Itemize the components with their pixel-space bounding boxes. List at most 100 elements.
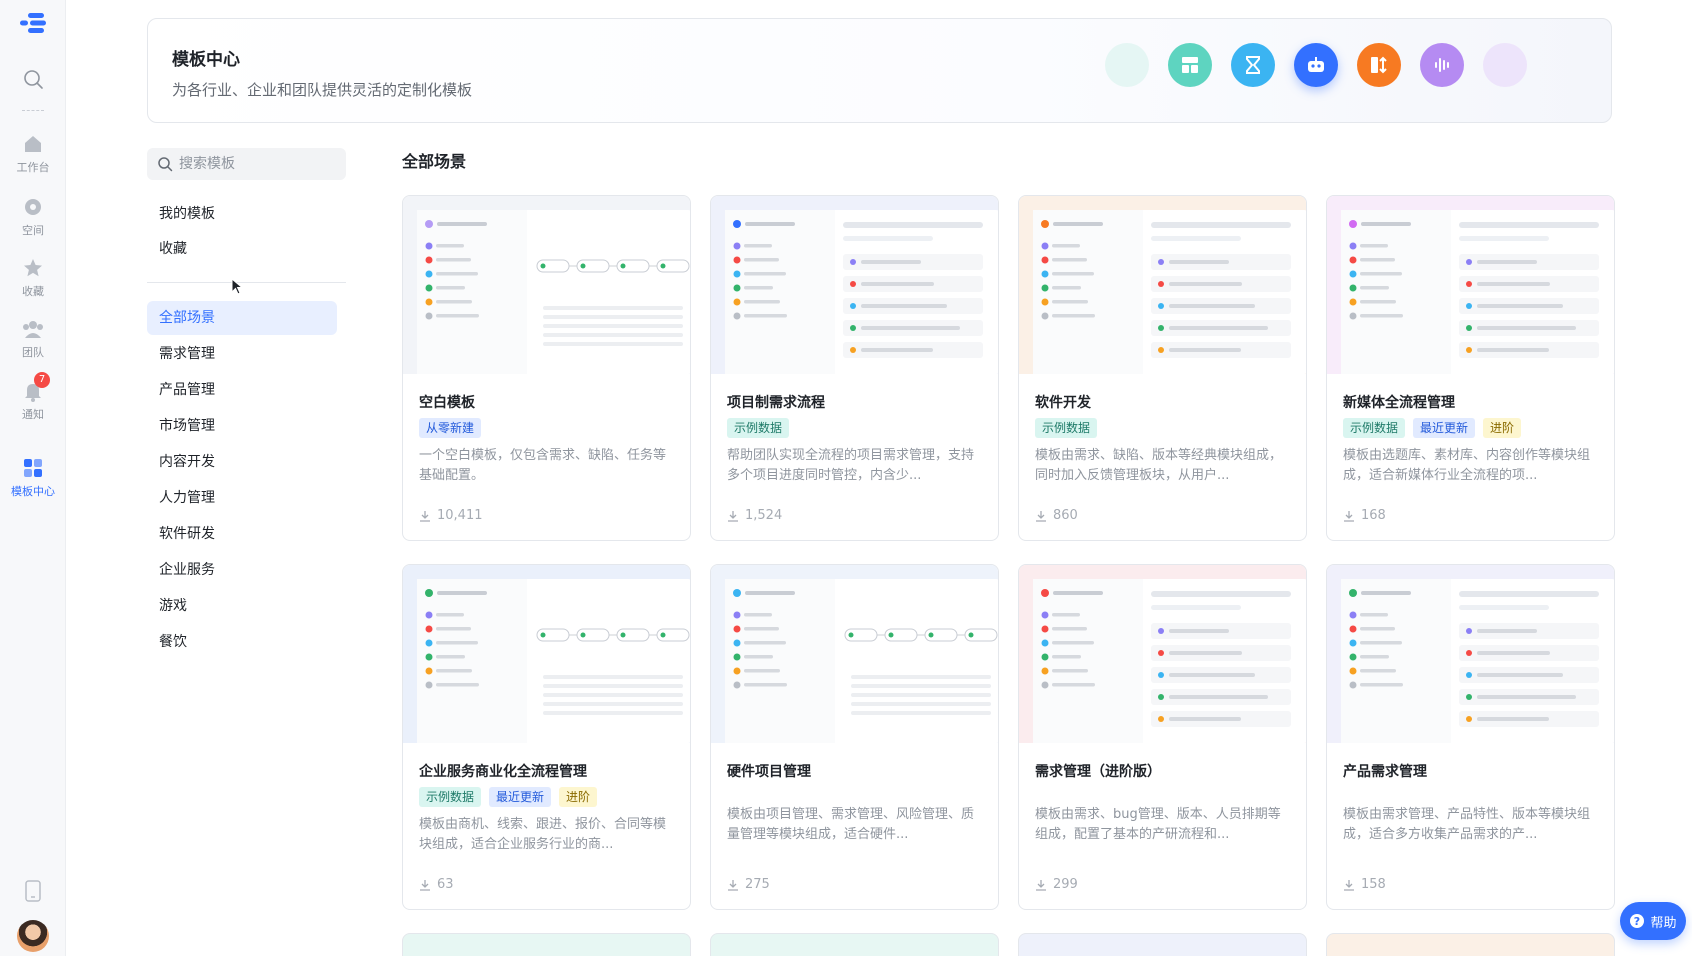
- template-card[interactable]: 新媒体全流程管理 示例数据 最近更新 进阶 模板由选题库、素材库、内容创作等模块组成，适…: [1326, 195, 1615, 541]
- template-preview: [1327, 565, 1614, 743]
- home-icon: [25, 136, 41, 152]
- template-preview: [403, 565, 690, 743]
- rail-item-space[interactable]: 空间: [0, 196, 66, 238]
- help-button[interactable]: ? 帮助: [1620, 902, 1686, 940]
- download-count-value: 275: [745, 877, 770, 892]
- nav-my-templates[interactable]: 我的模板: [147, 197, 337, 231]
- download-icon: [1344, 879, 1354, 891]
- nav-category-software[interactable]: 软件研发: [147, 517, 337, 551]
- space-icon: [25, 199, 41, 215]
- split-icon: [1357, 43, 1401, 87]
- avatar[interactable]: [17, 920, 49, 952]
- robot-icon: [1294, 43, 1338, 87]
- template-card[interactable]: 项目制需求流程 示例数据 帮助团队实现全流程的项目需求管理，支持多个项目进度同时管控…: [710, 195, 999, 541]
- download-count-value: 158: [1361, 877, 1386, 892]
- template-tag: 示例数据: [1035, 418, 1098, 438]
- download-count: 168: [1343, 508, 1386, 523]
- nav-category-content[interactable]: 内容开发: [147, 445, 337, 479]
- nav-category-product[interactable]: 产品管理: [147, 373, 337, 407]
- template-icon: [24, 459, 42, 477]
- template-tag: 示例数据: [1343, 418, 1406, 438]
- rail-item-workbench[interactable]: 工作台: [0, 133, 66, 175]
- template-title: 企业服务商业化全流程管理: [419, 764, 587, 780]
- template-description: 模板由商机、线索、跟进、报价、合同等模块组成，适合企业服务行业的商...: [419, 817, 667, 852]
- layout-icon: [1168, 43, 1212, 87]
- template-card-partial[interactable]: [710, 933, 999, 956]
- rail-item-favorites[interactable]: 收藏: [0, 257, 66, 299]
- mobile-icon[interactable]: [24, 880, 42, 902]
- nav-category-requirements[interactable]: 需求管理: [147, 337, 337, 371]
- template-description: 模板由需求管理、产品特性、版本等模块组成，适合多方收集产品需求的产...: [1343, 807, 1591, 842]
- template-tags: 示例数据 最近更新 进阶: [1343, 418, 1522, 438]
- download-count: 860: [1035, 508, 1078, 523]
- template-description: 模板由需求、bug管理、版本、人员排期等组成，配置了基本的产研流程和...: [1035, 807, 1281, 842]
- template-title: 项目制需求流程: [727, 395, 825, 411]
- download-count-value: 63: [437, 877, 454, 892]
- left-rail: 工作台 空间 收藏 团队 7 通知 模板中心: [0, 0, 66, 956]
- download-count: 158: [1343, 877, 1386, 892]
- template-card[interactable]: 需求管理（进阶版） 模板由需求、bug管理、版本、人员排期等组成，配置了基本的产研…: [1018, 564, 1307, 910]
- notification-badge: 7: [34, 372, 50, 388]
- nav-divider: [147, 282, 346, 283]
- download-count-value: 299: [1053, 877, 1078, 892]
- template-card-partial[interactable]: [1018, 933, 1307, 956]
- app-logo-icon[interactable]: [20, 12, 46, 34]
- download-count-value: 10,411: [437, 508, 483, 523]
- app-faded-icon: [1483, 43, 1527, 87]
- template-preview: [711, 565, 998, 743]
- template-title: 空白模板: [419, 395, 475, 411]
- template-preview: [711, 196, 998, 374]
- template-card[interactable]: 企业服务商业化全流程管理 示例数据 最近更新 进阶 模板由商机、线索、跟进、报价、合同等…: [402, 564, 691, 910]
- nav-category-catering[interactable]: 餐饮: [147, 625, 337, 659]
- download-icon: [420, 879, 430, 891]
- template-title: 硬件项目管理: [727, 764, 811, 780]
- download-count: 1,524: [727, 508, 782, 523]
- voice-icon: [1420, 43, 1464, 87]
- nav-category-marketing[interactable]: 市场管理: [147, 409, 337, 443]
- template-title: 需求管理（进阶版）: [1035, 764, 1161, 780]
- nav-category-all[interactable]: 全部场景: [147, 301, 337, 335]
- template-card-partial[interactable]: [402, 933, 691, 956]
- template-description: 帮助团队实现全流程的项目需求管理，支持多个项目进度同时管控，内含少...: [727, 448, 975, 483]
- search-input[interactable]: [179, 148, 339, 180]
- template-description: 一个空白模板，仅包含需求、缺陷、任务等基础配置。: [419, 448, 667, 483]
- template-tag: 进阶: [1483, 418, 1522, 438]
- template-title: 产品需求管理: [1343, 764, 1427, 780]
- download-count-value: 1,524: [745, 508, 783, 523]
- rail-item-team[interactable]: 团队: [0, 318, 66, 360]
- nav-favorites[interactable]: 收藏: [147, 232, 337, 266]
- template-tag: 从零新建: [419, 418, 482, 438]
- rail-item-template-center[interactable]: 模板中心: [0, 457, 66, 499]
- download-icon: [1036, 879, 1046, 891]
- template-center-banner: 模板中心 为各行业、企业和团队提供灵活的定制化模板: [147, 18, 1612, 123]
- search-icon[interactable]: [22, 68, 44, 90]
- template-preview: [1327, 196, 1614, 374]
- rail-item-label: 空间: [22, 224, 44, 237]
- nav-category-games[interactable]: 游戏: [147, 589, 337, 623]
- template-card-partial[interactable]: [1326, 933, 1615, 956]
- template-search[interactable]: [147, 148, 346, 180]
- template-card[interactable]: 空白模板从零新建一个空白模板，仅包含需求、缺陷、任务等基础配置。 10,411: [402, 195, 691, 541]
- template-card[interactable]: 产品需求管理模板由需求管理、产品特性、版本等模块组成，适合多方收集产品需求的产.…: [1326, 564, 1615, 910]
- template-preview: [1019, 565, 1306, 743]
- template-tag: 最近更新: [1413, 418, 1476, 438]
- template-tags: 示例数据: [1035, 418, 1098, 438]
- template-card[interactable]: 软件开发 示例数据 模板由需求、缺陷、版本等经典模块组成，同时加入反馈管理板块，从用…: [1018, 195, 1307, 541]
- template-tag: 进阶: [559, 787, 598, 807]
- template-tag: 最近更新: [489, 787, 552, 807]
- nav-category-hr[interactable]: 人力管理: [147, 481, 337, 515]
- template-preview: [1019, 196, 1306, 374]
- svg-text:?: ?: [1634, 915, 1640, 928]
- template-tags: 从零新建: [419, 418, 482, 438]
- rail-item-label: 团队: [22, 346, 44, 359]
- download-icon: [1344, 510, 1354, 522]
- nav-category-enterprise[interactable]: 企业服务: [147, 553, 337, 587]
- search-icon: [158, 157, 173, 172]
- template-title: 新媒体全流程管理: [1343, 395, 1455, 411]
- download-icon: [728, 879, 738, 891]
- template-card[interactable]: 硬件项目管理 模板由项目管理、需求管理、风险管理、质量管理等模块组成，适合硬件..…: [710, 564, 999, 910]
- rail-item-notifications[interactable]: 7 通知: [0, 372, 66, 422]
- rail-item-label: 工作台: [16, 161, 50, 174]
- section-title: 全部场景: [402, 152, 467, 171]
- download-count: 63: [419, 877, 454, 892]
